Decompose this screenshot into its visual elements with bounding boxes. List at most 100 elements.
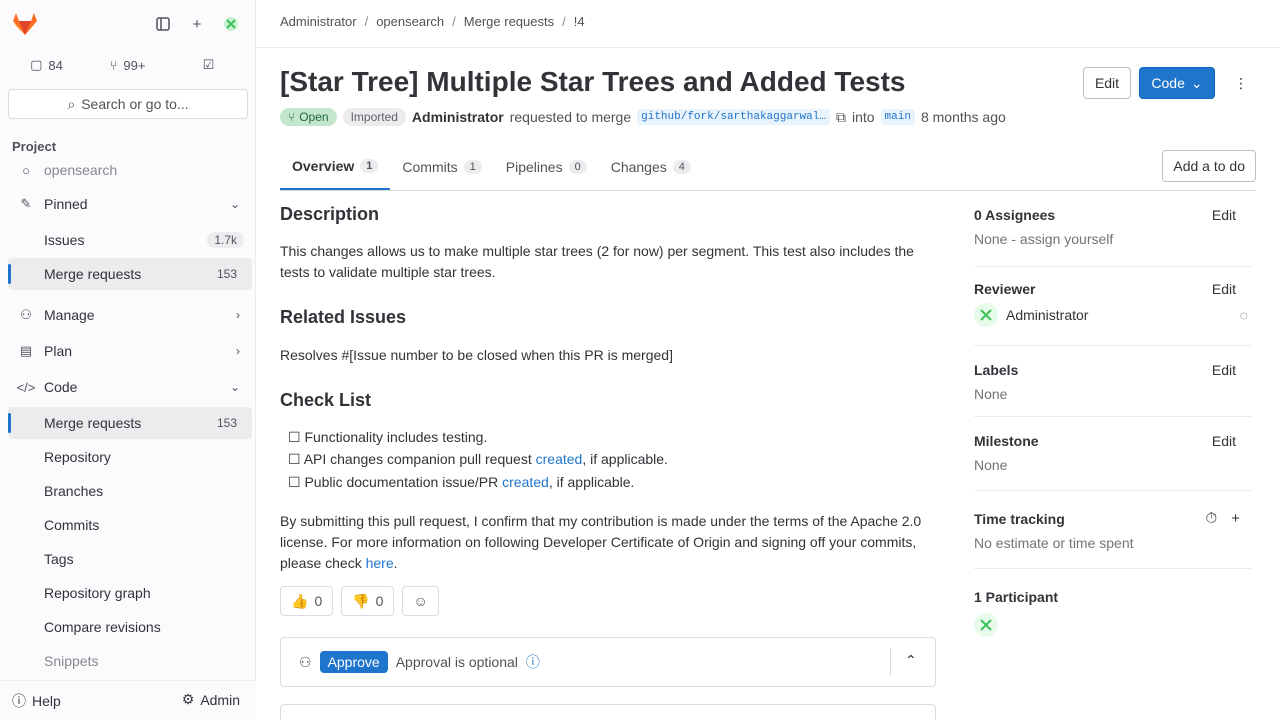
labels-edit-button[interactable]: Edit	[1212, 362, 1236, 378]
sidebar-item-merge-requests[interactable]: Merge requests 153	[8, 407, 252, 439]
author-link[interactable]: Administrator	[412, 109, 504, 125]
checklist-item: ☐ Public documentation issue/PR created,…	[288, 474, 635, 490]
todo-icon: ☑	[202, 57, 215, 72]
milestone-value: None	[974, 457, 1008, 473]
admin-label: Admin	[200, 691, 240, 708]
issues-count-button[interactable]: ▢ 84	[8, 50, 85, 80]
sidebar-item-code[interactable]: </> Code ⌄	[8, 371, 252, 403]
admin-button[interactable]: ⚙ Admin	[182, 691, 240, 708]
breadcrumb-item[interactable]: opensearch	[376, 14, 444, 29]
target-branch[interactable]: main	[880, 109, 915, 125]
sidebar-item-pinned[interactable]: ✎ Pinned ⌄	[8, 188, 252, 220]
sidebar-bottom: ⓘ Help ⚙ Admin	[0, 680, 256, 720]
sidebar-item-repository[interactable]: Repository	[8, 441, 252, 473]
checklist-heading: Check List	[280, 390, 372, 410]
sidebar-top: +	[0, 0, 256, 48]
sidebar-item-label: Plan	[44, 343, 73, 359]
more-actions-icon[interactable]: ⋮	[1226, 67, 1256, 99]
reviewer-avatar[interactable]	[974, 303, 998, 327]
review-status-icon: ◌	[1239, 307, 1248, 323]
issues-count: 84	[48, 57, 63, 73]
assignees-edit-button[interactable]: Edit	[1212, 207, 1236, 223]
participant-avatar[interactable]	[974, 613, 998, 637]
reactions: 👍 0 👎 0 ☺	[280, 586, 439, 616]
breadcrumb-item[interactable]: !4	[574, 14, 585, 29]
tab-overview[interactable]: Overview 1	[280, 144, 391, 190]
mr-meta: ⑂ Open Imported Administrator requested t…	[280, 108, 1006, 126]
create-new-icon[interactable]: +	[187, 14, 207, 34]
sidebar-item-label: Snippets	[44, 653, 99, 669]
approve-button[interactable]: Approve	[319, 651, 388, 673]
section-label: Project	[12, 139, 57, 154]
sidebar-item-label: Commits	[44, 517, 100, 533]
code-button[interactable]: Code ⌄	[1139, 67, 1215, 99]
thumbs-down-button[interactable]: 👎 0	[341, 586, 395, 616]
status-badge: ⑂ Open	[280, 108, 337, 126]
approval-optional-text: Approval is optional	[395, 654, 518, 670]
help-icon[interactable]: ⓘ	[526, 652, 540, 672]
sidebar-item-compare-revisions[interactable]: Compare revisions	[8, 611, 252, 643]
description-heading: Description	[280, 204, 380, 224]
add-time-icon[interactable]: +	[1231, 510, 1240, 527]
add-reaction-button[interactable]: ☺	[402, 586, 439, 616]
copy-icon[interactable]: ⧉	[836, 109, 846, 126]
search-label: Search or go to...	[81, 96, 189, 112]
chevron-right-icon: ›	[236, 344, 240, 358]
thumbs-up-button[interactable]: 👍 0	[280, 586, 334, 616]
time-ago: 8 months ago	[920, 109, 1006, 125]
into-text: into	[851, 109, 875, 125]
sidebar-item-merge-requests-pinned[interactable]: Merge requests 153	[8, 258, 252, 290]
sidebar-item-commits[interactable]: Commits	[8, 509, 252, 541]
gitlab-logo-icon[interactable]	[12, 12, 38, 36]
chevron-up-icon[interactable]: ⌃	[905, 652, 917, 669]
participants-title: 1 Participant	[974, 589, 1059, 605]
mr-count-button[interactable]: ⑂ 99+	[89, 50, 166, 80]
smiley-icon: ☺	[413, 593, 428, 609]
sidebar-item-snippets[interactable]: Snippets	[8, 645, 252, 677]
sidebar-item-label: Repository graph	[44, 585, 151, 601]
checkbox[interactable]: ☐	[288, 474, 301, 490]
created-link[interactable]: created	[536, 451, 583, 467]
sidebar-item-issues[interactable]: Issues 1.7k	[8, 224, 252, 256]
milestone-title: Milestone	[974, 433, 1039, 449]
related-issues-text: Resolves #[Issue number to be closed whe…	[280, 347, 673, 363]
sidebar-item-tags[interactable]: Tags	[8, 543, 252, 575]
breadcrumb-item[interactable]: Administrator	[280, 14, 357, 29]
tab-pipelines[interactable]: Pipelines 0	[494, 144, 599, 190]
checkbox[interactable]: ☐	[288, 451, 301, 467]
tab-commits[interactable]: Commits 1	[390, 144, 493, 190]
assignees-value[interactable]: None - assign yourself	[974, 231, 1252, 247]
search-button[interactable]: ⌕ Search or go to...	[8, 89, 248, 119]
sidebar-item-repository-graph[interactable]: Repository graph	[8, 577, 252, 609]
mr-pill: 153	[209, 415, 244, 431]
code-icon: </>	[16, 379, 36, 395]
help-button[interactable]: ⓘ Help	[12, 691, 61, 711]
user-avatar-icon[interactable]	[221, 14, 241, 34]
sidebar-item-plan[interactable]: ▤ Plan ›	[8, 335, 252, 367]
merge-request-icon: ⑂	[288, 110, 296, 124]
here-link[interactable]: here	[366, 555, 394, 571]
milestone-edit-button[interactable]: Edit	[1212, 433, 1236, 449]
help-icon: ⓘ	[12, 693, 26, 709]
project-link[interactable]: ○ opensearch	[8, 155, 252, 185]
checkbox[interactable]: ☐	[288, 429, 301, 445]
sidebar-toggle-icon[interactable]	[153, 14, 173, 34]
edit-button[interactable]: Edit	[1083, 67, 1131, 99]
reviewer-name[interactable]: Administrator	[1006, 307, 1088, 323]
sidebar-item-label: Tags	[44, 551, 74, 567]
todo-button[interactable]: ☑	[170, 50, 247, 80]
created-link[interactable]: created	[502, 474, 549, 490]
sidebar: + ▢ 84 ⑂ 99+ ☑ ⌕ Search or go to... Projec…	[0, 0, 256, 720]
checklist-item: ☐ Functionality includes testing.	[288, 429, 488, 445]
sidebar-item-branches[interactable]: Branches	[8, 475, 252, 507]
license-text: By submitting this pull request, I confi…	[280, 513, 922, 571]
sidebar-item-manage[interactable]: ⚇ Manage ›	[8, 299, 252, 331]
stopwatch-icon[interactable]: ⏱	[1206, 510, 1218, 527]
source-branch[interactable]: github/fork/sarthakaggarwal…	[637, 109, 830, 125]
sidebar-counts: ▢ 84 ⑂ 99+ ☑	[8, 50, 247, 80]
breadcrumb-item[interactable]: Merge requests	[464, 14, 554, 29]
chevron-down-icon: ⌄	[229, 197, 240, 211]
add-todo-button[interactable]: Add a to do	[1162, 150, 1256, 182]
tab-changes[interactable]: Changes 4	[599, 144, 703, 190]
reviewer-edit-button[interactable]: Edit	[1212, 281, 1236, 297]
